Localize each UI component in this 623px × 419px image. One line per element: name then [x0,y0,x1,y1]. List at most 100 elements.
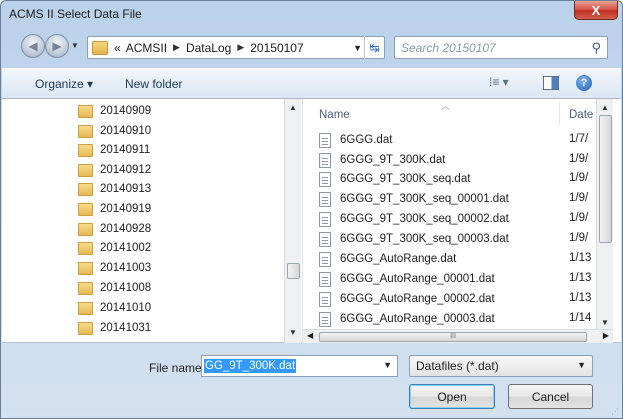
file-row[interactable]: 6GGG_9T_300K_seq_00002.dat [319,209,509,229]
file-icon [319,271,331,287]
column-header-row: Name ︿ Date [303,99,603,127]
scroll-down-icon[interactable]: ▼ [601,318,609,327]
file-name: 6GGG.dat [340,134,393,146]
file-row[interactable]: 6GGG_AutoRange_00003.dat [319,309,495,329]
address-bar[interactable]: « ACMSII ▶ DataLog ▶ 20150107 ▼ ↹ [87,36,385,59]
column-header-date[interactable]: Date [569,109,593,121]
file-list-vertical-scrollbar[interactable]: ▲ ▼ [596,99,613,329]
search-icon[interactable]: ⚲ [591,40,601,56]
nav-folder-label: 20140911 [100,144,151,156]
file-date: 1/14 [569,312,592,324]
scrollbar-thumb[interactable] [599,115,612,243]
help-icon[interactable]: ? [576,75,592,91]
breadcrumb-datalog[interactable]: DataLog [186,41,231,55]
file-name-label: File name: [149,361,206,375]
preview-pane-icon[interactable] [543,76,559,90]
change-view-button[interactable]: ⁞≡ ▾ [489,75,509,89]
file-row[interactable]: 6GGG_AutoRange_00002.dat [319,289,495,309]
nav-folder[interactable]: 20141031 [78,318,151,338]
file-row[interactable]: 6GGG_9T_300K_seq_00003.dat [319,229,509,249]
back-button[interactable]: ◀ [21,34,45,58]
nav-folder-label: 20140928 [100,223,152,235]
nav-folder[interactable]: 20140912 [78,160,151,180]
breadcrumb-acmsii[interactable]: ACMSII [126,41,167,55]
refresh-button[interactable]: ↹ [364,36,384,59]
recent-locations-dropdown[interactable]: ▼ [71,41,79,50]
nav-folder[interactable]: 20140913 [78,179,151,199]
nav-folder-label: 20140912 [100,164,152,176]
file-dialog-window: ACMS II Select Data File X ◀ ▶ ▼ « ACMSI… [0,0,623,419]
folder-icon [78,104,93,118]
nav-folder[interactable]: 20141010 [78,298,151,318]
folder-icon [78,301,93,315]
title-bar: ACMS II Select Data File X [1,1,622,27]
file-row[interactable]: 6GGG_9T_300K_seq_00001.dat [319,189,509,209]
file-icon [319,251,331,267]
file-name: 6GGG_9T_300K_seq_00001.dat [340,193,509,205]
nav-folder[interactable]: 20140910 [78,121,151,141]
file-list-horizontal-scrollbar[interactable]: ◀ III ▶ [303,329,613,343]
cancel-button[interactable]: Cancel [508,384,593,409]
folder-icon [78,261,93,275]
scrollbar-thumb[interactable]: III [319,332,587,342]
address-dropdown-icon[interactable]: ▼ [353,43,362,53]
nav-folder[interactable]: 20140909 [78,101,151,121]
nav-folder-label: 20140909 [100,105,152,117]
scroll-up-icon[interactable]: ▲ [601,103,609,112]
forward-arrow-icon: ▶ [52,39,62,53]
file-row[interactable]: 6GGG_AutoRange.dat [319,249,456,269]
column-header-name[interactable]: Name [319,109,350,121]
chevron-right-icon[interactable]: ▶ [173,42,180,53]
organize-button[interactable]: Organize ▾ [35,77,93,91]
new-folder-button[interactable]: New folder [125,77,182,91]
folder-icon [78,281,93,295]
nav-folder[interactable]: 20141008 [78,278,151,298]
file-icon [319,211,331,227]
search-input[interactable]: Search 20150107 ⚲ [394,36,608,59]
column-divider[interactable] [559,103,560,125]
nav-folder[interactable]: 20140928 [78,219,151,239]
file-row[interactable]: 6GGG_9T_300K.dat [319,150,445,170]
nav-folder-label: 20140919 [100,203,152,215]
resize-grip-icon[interactable]: ⋰ [611,407,619,416]
nav-pane-scrollbar[interactable]: ▲ ▼ [284,99,301,343]
file-icon [319,291,331,307]
file-name-input[interactable]: GG_9T_300K.dat ▼ [201,355,398,377]
nav-folder-label: 20141031 [100,322,152,334]
file-date: 1/13 [569,252,592,264]
chevron-right-icon[interactable]: ▶ [237,42,244,53]
forward-button[interactable]: ▶ [45,34,69,58]
nav-folder-label: 20141010 [100,302,152,314]
file-icon [319,132,331,148]
nav-folder[interactable]: 20140919 [78,199,151,219]
file-icon [319,231,331,247]
chevron-down-icon[interactable]: ▼ [383,360,392,370]
breadcrumb-overflow[interactable]: « [114,41,121,55]
scroll-up-icon[interactable]: ▲ [289,103,297,112]
folder-icon [78,143,93,157]
file-type-select[interactable]: Datafiles (*.dat) ▼ [409,355,593,377]
search-placeholder: Search 20150107 [401,40,496,55]
nav-folder[interactable]: 20141002 [78,238,151,258]
file-name: 6GGG_9T_300K_seq_00002.dat [340,213,509,225]
nav-folder[interactable]: 20140911 [78,140,150,160]
file-date: 1/9/ [569,172,589,184]
file-date: 1/9/ [569,192,589,204]
nav-folder[interactable]: 20141003 [78,258,151,278]
open-button[interactable]: Open [409,384,495,409]
scroll-down-icon[interactable]: ▼ [289,328,297,337]
folder-icon [78,241,93,255]
close-button[interactable]: X [574,1,618,20]
back-arrow-icon: ◀ [28,39,38,53]
file-row[interactable]: 6GGG.dat [319,130,392,150]
scroll-left-icon[interactable]: ◀ [307,331,313,340]
file-row[interactable]: 6GGG_AutoRange_00001.dat [319,269,495,289]
folder-icon [78,321,93,335]
file-name: 6GGG_AutoRange_00001.dat [340,273,495,285]
file-row[interactable]: 6GGG_9T_300K_seq.dat [319,169,470,189]
nav-folder-label: 20141008 [100,282,152,294]
scrollbar-thumb[interactable] [287,263,300,279]
folder-icon [78,182,93,196]
breadcrumb-20150107[interactable]: 20150107 [250,41,303,55]
scroll-right-icon[interactable]: ▶ [603,331,609,340]
